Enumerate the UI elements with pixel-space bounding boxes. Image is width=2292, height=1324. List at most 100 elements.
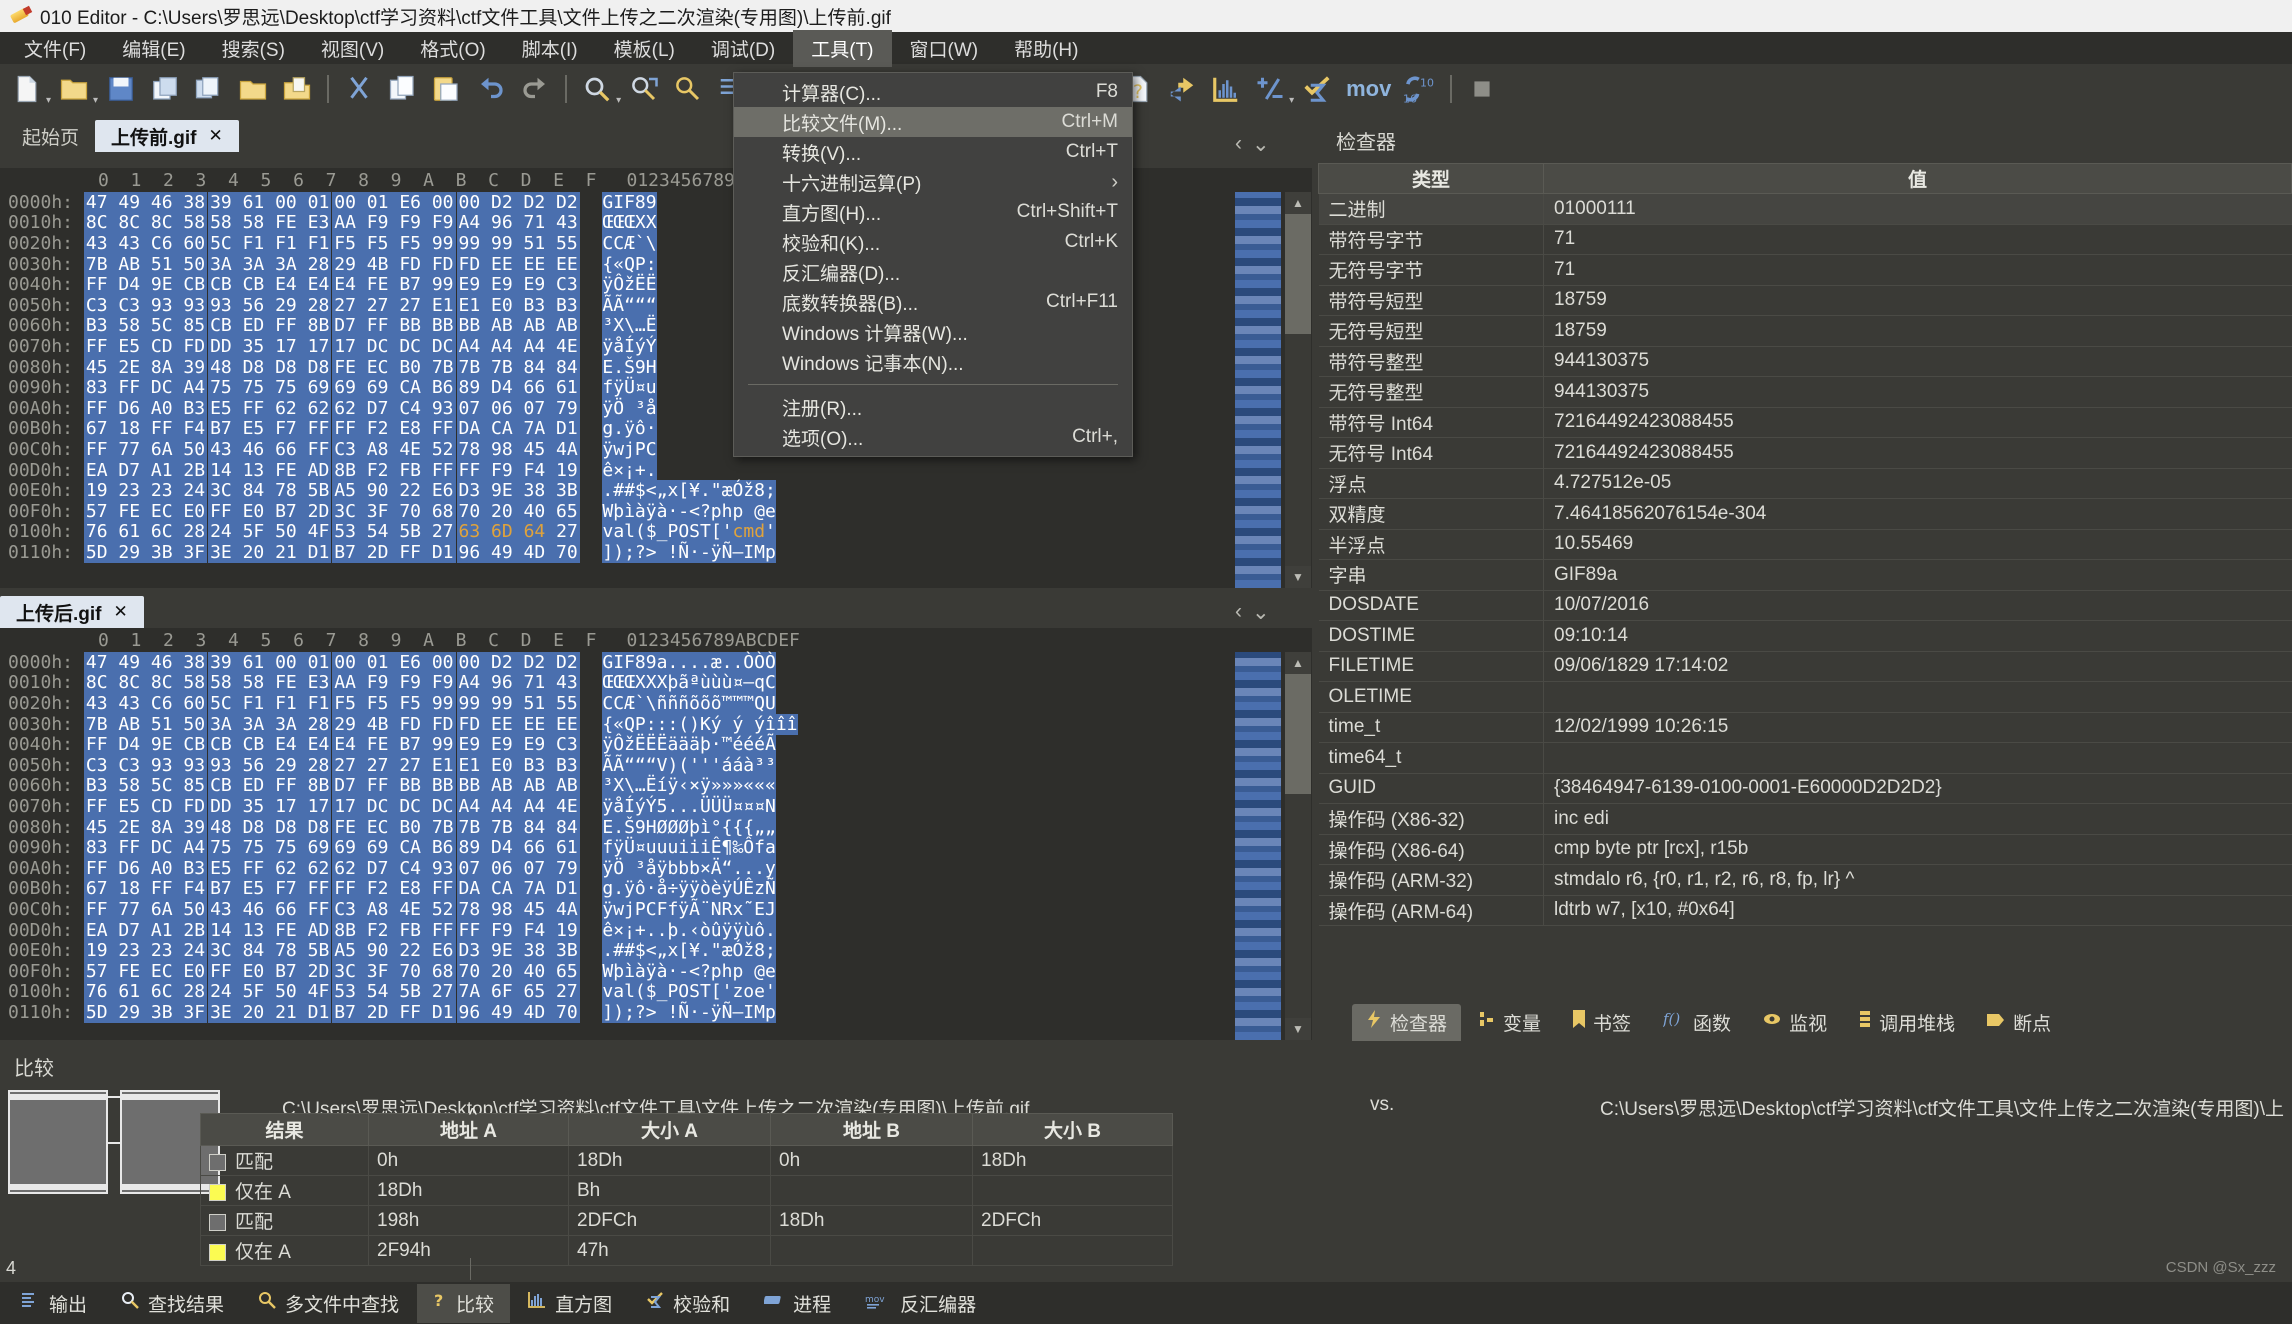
inspector-row-value[interactable]: ldtrb w7, [x10, #0x64]: [1543, 895, 2292, 926]
hex-row-bytes[interactable]: 8C 8C 8C 58 58 58 FE E3 AA F9 F9 F9 A4 96 7…: [83, 212, 581, 234]
hex-byte-group[interactable]: 83 FF DC A4: [83, 837, 209, 859]
hex-byte-group[interactable]: FF F2 E8 FF: [332, 878, 457, 900]
ascii-modified[interactable]: cmd: [733, 521, 766, 542]
panel-tab-callstack[interactable]: 调用堆栈: [1845, 1004, 1969, 1041]
menu-item[interactable]: 计算器(C)... F8: [734, 77, 1132, 107]
hex-byte-group[interactable]: 17 DC DC DC: [332, 335, 457, 357]
hex-byte-group[interactable]: FF D6 A0 B3: [83, 857, 209, 879]
hex-byte-group[interactable]: 75 75 75 69: [208, 837, 333, 859]
panel-tab-watch[interactable]: 监视: [1749, 1004, 1841, 1041]
hex-row-ascii[interactable]: Wþìàÿà·-<?php @e: [602, 960, 776, 982]
hex-byte-group[interactable]: B3 58 5C 85: [83, 775, 209, 797]
menu-item[interactable]: 注册(R)...: [734, 392, 1132, 422]
tools-dropdown-menu[interactable]: 计算器(C)... F8 比较文件(M)... Ctrl+M 转换(V)... Ctrl+…: [733, 72, 1133, 457]
hex-row-bytes[interactable]: C3 C3 93 93 93 56 29 28 27 27 27 E1 E1 E0 B…: [83, 754, 581, 776]
tab-upload-after[interactable]: 上传后.gif ✕: [0, 596, 144, 628]
hex-byte-group[interactable]: 57 FE EC E0: [83, 500, 209, 522]
inspector-row[interactable]: 操作码 (X86-64) cmp byte ptr [rcx], r15b: [1318, 834, 2292, 865]
close-icon[interactable]: ✕: [114, 602, 128, 622]
hex-byte-group[interactable]: 5C F1 F1 F1: [208, 232, 333, 254]
hex-byte-group[interactable]: 00 01 E6 00: [332, 191, 457, 213]
menu-tools[interactable]: 工具(T): [793, 29, 892, 67]
hex-byte-group[interactable]: E4 FE B7 99: [332, 274, 457, 296]
inspector-row-value[interactable]: {38464947-6139-0100-0001-E60000D2D2D2}: [1543, 773, 2292, 804]
hex-row-ascii[interactable]: ³X\…Ë: [602, 315, 657, 337]
menu-script[interactable]: 脚本(I): [504, 30, 596, 67]
hex-byte-group[interactable]: FF E0 B7 2D: [208, 960, 333, 982]
open-folder-icon[interactable]: [232, 68, 274, 110]
hex-rows-bottom[interactable]: 0000h: 47 49 46 38 39 61 00 01 00 01 E6 00…: [0, 651, 1312, 1023]
hex-byte-group[interactable]: 3A 3A 3A 28: [208, 713, 333, 735]
hex-byte-group[interactable]: 3E 20 21 D1: [208, 541, 333, 563]
hex-row-ascii[interactable]: ]);?> !Ñ·-ÿÑ–IMp: [602, 1001, 776, 1023]
hex-byte-group[interactable]: FE EC B0 7B: [332, 816, 457, 838]
hex-row-ascii[interactable]: ³X\…Ëíÿ‹×ÿ»»»«««: [602, 775, 776, 797]
menu-edit[interactable]: 编辑(E): [104, 30, 203, 67]
hex-row[interactable]: 00F0h: 57 FE EC E0 FF E0 B7 2D 3C 3F 70 68…: [0, 500, 1312, 522]
hex-row[interactable]: 00F0h: 57 FE EC E0 FF E0 B7 2D 3C 3F 70 68…: [0, 960, 1312, 982]
panel-tab-functions[interactable]: f() 函数: [1649, 1004, 1745, 1041]
hex-row-bytes[interactable]: C3 C3 93 93 93 56 29 28 27 27 27 E1 E1 E0 B…: [83, 294, 581, 316]
scroll-up-icon[interactable]: ▲: [1285, 652, 1311, 674]
hex-byte-group[interactable]: A5 90 22 E6: [332, 940, 457, 962]
inspector-row-value[interactable]: cmp byte ptr [rcx], r15b: [1543, 834, 2292, 865]
inspector-row[interactable]: 操作码 (X86-32) inc edi: [1318, 803, 2292, 835]
scroll-thumb-bottom[interactable]: [1285, 674, 1311, 794]
hex-row[interactable]: 0000h: 47 49 46 38 39 61 00 01 00 01 E6 00…: [0, 651, 1312, 673]
hex-byte-group[interactable]: 70 20 40 65: [456, 960, 581, 982]
hex-byte-group[interactable]: FF F2 E8 FF: [332, 418, 457, 440]
hex-row[interactable]: 00B0h: 67 18 FF F4 B7 E5 F7 FF FF F2 E8 FF…: [0, 878, 1312, 900]
inspector-row[interactable]: 半浮点 10.55469: [1318, 529, 2292, 560]
hex-row-ascii[interactable]: ŒŒŒXX: [602, 212, 657, 234]
hex-row[interactable]: 00E0h: 19 23 23 24 3C 84 78 5B A5 90 22 E6…: [0, 940, 1312, 962]
menu-help[interactable]: 帮助(H): [996, 30, 1096, 67]
hex-byte-group[interactable]: FF 77 6A 50: [83, 438, 209, 460]
hex-byte-group[interactable]: 3E 20 21 D1: [208, 1001, 333, 1023]
hex-row-ascii[interactable]: g.ÿô·: [602, 418, 657, 440]
save-icon[interactable]: [100, 68, 142, 110]
scroll-thumb-top[interactable]: [1285, 214, 1311, 334]
hex-byte-group[interactable]: FF D4 9E CB: [83, 734, 209, 756]
hex-byte-group[interactable]: 14 13 FE AD: [208, 459, 333, 481]
tab-start-page[interactable]: 起始页: [6, 120, 95, 152]
hex-row-bytes[interactable]: 8C 8C 8C 58 58 58 FE E3 AA F9 F9 F9 A4 96 7…: [83, 672, 581, 694]
hex-byte-group[interactable]: 3C 3F 70 68: [332, 960, 457, 982]
hex-row-bytes[interactable]: 19 23 23 24 3C 84 78 5B A5 90 22 E6 D3 9E 3…: [83, 480, 581, 502]
bottom-tab-find-in-files[interactable]: 多文件中查找: [242, 1284, 415, 1323]
hex-byte-group[interactable]: 43 43 C6 60: [83, 692, 209, 714]
menu-item[interactable]: 转换(V)... Ctrl+T: [734, 137, 1132, 167]
hex-row[interactable]: 0040h: FF D4 9E CB CB CB E4 E4 E4 FE B7 99…: [0, 734, 1312, 756]
scroll-down-icon[interactable]: ▼: [1285, 566, 1311, 588]
menu-file[interactable]: 文件(F): [6, 30, 104, 67]
hex-byte-group[interactable]: 5D 29 3B 3F: [83, 541, 209, 563]
hex-byte-group[interactable]: 53 54 5B 27: [332, 521, 457, 543]
hex-byte-group[interactable]: 7B 7B 84 84: [456, 356, 581, 378]
menu-item[interactable]: Windows 记事本(N)...: [734, 347, 1132, 377]
hex-row[interactable]: 0100h: 76 61 6C 28 24 5F 50 4F 53 54 5B 27…: [0, 521, 1312, 543]
panel-tab-breakpoints[interactable]: 断点: [1973, 1004, 2065, 1041]
hex-byte-group[interactable]: AA F9 F9 F9: [332, 212, 457, 234]
hex-byte-group[interactable]: FF E5 CD FD: [83, 335, 209, 357]
hex-row-bytes[interactable]: 47 49 46 38 39 61 00 01 00 01 E6 00 00 D2 D…: [83, 191, 581, 213]
table-row[interactable]: 匹配 0h 18Dh 0h 18Dh: [200, 1145, 1173, 1176]
hex-row-bytes[interactable]: FF D4 9E CB CB CB E4 E4 E4 FE B7 99 E9 E9 E…: [83, 734, 581, 756]
hex-byte-group[interactable]: 29 4B FD FD: [332, 253, 457, 275]
hex-byte-group[interactable]: E9 E9 E9 C3: [456, 734, 581, 756]
hex-byte-group[interactable]: FF D4 9E CB: [83, 274, 209, 296]
inspector-row[interactable]: 字串 GIF89a: [1318, 559, 2292, 591]
menu-debug[interactable]: 调试(D): [693, 30, 793, 67]
inspector-row[interactable]: FILETIME 09/06/1829 17:14:02: [1318, 651, 2292, 682]
hex-row-ascii[interactable]: .##$<„x[¥."æÓž8;: [602, 940, 776, 962]
bottom-tab-process[interactable]: 进程: [748, 1284, 847, 1323]
hex-row-ascii[interactable]: val($_POST['zoe': [602, 981, 776, 1003]
hex-row-ascii[interactable]: ÿwjPC: [602, 438, 657, 460]
hex-row-ascii[interactable]: ê×¡+..þ.‹òûÿÿùô.: [602, 919, 776, 941]
stop-icon[interactable]: [1461, 68, 1503, 110]
hex-row-bytes[interactable]: 19 23 23 24 3C 84 78 5B A5 90 22 E6 D3 9E 3…: [83, 940, 581, 962]
hex-byte-group[interactable]: A5 90 22 E6: [332, 480, 457, 502]
close-icon[interactable]: ✕: [209, 126, 223, 146]
hex-byte-group[interactable]: 27 27 27 E1: [332, 294, 457, 316]
hex-byte-group[interactable]: 93 56 29 28: [208, 294, 333, 316]
hex-row-ascii[interactable]: g.ÿô·å÷ÿÿòèÿÚÊzÑ: [602, 878, 776, 900]
redo-icon[interactable]: [514, 68, 556, 110]
